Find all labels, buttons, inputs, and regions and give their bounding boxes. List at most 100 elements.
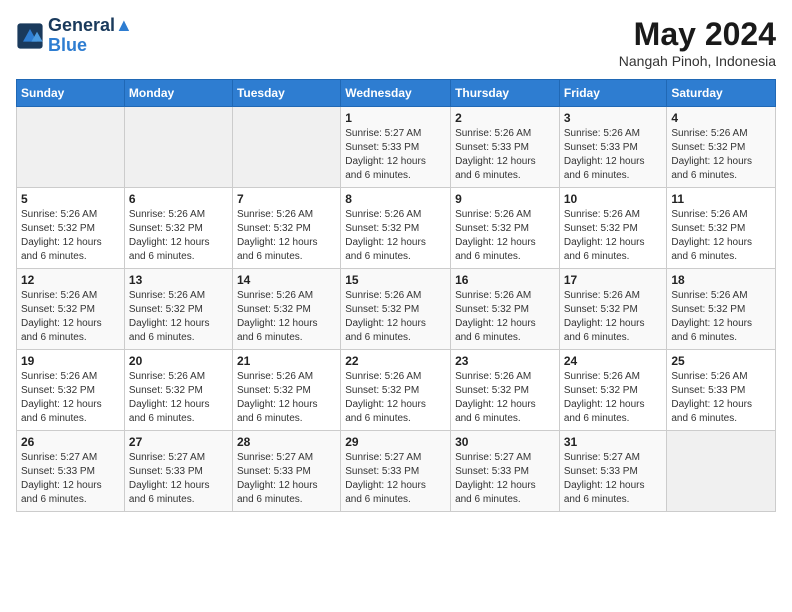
day-info: Sunrise: 5:26 AM Sunset: 5:32 PM Dayligh…	[237, 370, 336, 426]
day-number: 2	[455, 111, 555, 125]
day-number: 20	[129, 354, 228, 368]
calendar-cell: 7 Sunrise: 5:26 AM Sunset: 5:32 PM Daylig…	[232, 188, 340, 269]
day-info: Sunrise: 5:26 AM Sunset: 5:32 PM Dayligh…	[129, 370, 228, 426]
day-info: Sunrise: 5:26 AM Sunset: 5:32 PM Dayligh…	[129, 208, 228, 264]
day-number: 19	[21, 354, 120, 368]
day-info: Sunrise: 5:26 AM Sunset: 5:32 PM Dayligh…	[455, 370, 555, 426]
calendar-cell: 14Sunrise: 5:26 AM Sunset: 5:32 PM Dayli…	[232, 269, 340, 350]
day-info: Sunrise: 5:26 AM Sunset: 5:32 PM Dayligh…	[671, 289, 771, 345]
day-info: Sunrise: 5:26 AM Sunset: 5:32 PM Dayligh…	[564, 370, 663, 426]
calendar-cell: 20 Sunrise: 5:26 AM Sunset: 5:32 PM Dayli…	[124, 350, 232, 431]
calendar-cell: 24 Sunrise: 5:26 AM Sunset: 5:32 PM Dayli…	[559, 350, 667, 431]
day-info: Sunrise: 5:27 AM Sunset: 5:33 PM Dayligh…	[21, 451, 120, 507]
day-number: 31	[564, 435, 663, 449]
calendar-cell: 27 Sunrise: 5:27 AM Sunset: 5:33 PM Dayli…	[124, 431, 232, 512]
day-number: 16	[455, 273, 555, 287]
calendar-cell: 5 Sunrise: 5:26 AM Sunset: 5:32 PM Daylig…	[17, 188, 125, 269]
calendar-cell: 13 Sunrise: 5:26 AM Sunset: 5:32 PM Dayli…	[124, 269, 232, 350]
calendar-cell: 29 Sunrise: 5:27 AM Sunset: 5:33 PM Dayli…	[341, 431, 451, 512]
calendar-cell: 19 Sunrise: 5:26 AM Sunset: 5:32 PM Dayli…	[17, 350, 125, 431]
logo: General▲ Blue	[16, 16, 133, 56]
calendar-cell: 1Sunrise: 5:27 AM Sunset: 5:33 PM Daylig…	[341, 107, 451, 188]
day-info: Sunrise: 5:26 AM Sunset: 5:32 PM Dayligh…	[455, 208, 555, 264]
calendar-table: SundayMondayTuesdayWednesdayThursdayFrid…	[16, 79, 776, 512]
calendar-cell: 8 Sunrise: 5:26 AM Sunset: 5:32 PM Daylig…	[341, 188, 451, 269]
calendar-cell: 11 Sunrise: 5:26 AM Sunset: 5:32 PM Dayli…	[667, 188, 776, 269]
day-number: 30	[455, 435, 555, 449]
calendar-cell	[232, 107, 340, 188]
calendar-cell: 22 Sunrise: 5:26 AM Sunset: 5:32 PM Dayli…	[341, 350, 451, 431]
calendar-cell: 30Sunrise: 5:27 AM Sunset: 5:33 PM Dayli…	[451, 431, 560, 512]
calendar-cell: 4 Sunrise: 5:26 AM Sunset: 5:32 PM Daylig…	[667, 107, 776, 188]
day-number: 22	[345, 354, 446, 368]
day-info: Sunrise: 5:26 AM Sunset: 5:32 PM Dayligh…	[237, 208, 336, 264]
day-number: 5	[21, 192, 120, 206]
day-info: Sunrise: 5:26 AM Sunset: 5:33 PM Dayligh…	[455, 127, 555, 183]
calendar-cell: 16 Sunrise: 5:26 AM Sunset: 5:32 PM Dayli…	[451, 269, 560, 350]
day-number: 13	[129, 273, 228, 287]
calendar-week-1: 1Sunrise: 5:27 AM Sunset: 5:33 PM Daylig…	[17, 107, 776, 188]
day-info: Sunrise: 5:26 AM Sunset: 5:32 PM Dayligh…	[345, 208, 446, 264]
day-number: 11	[671, 192, 771, 206]
weekday-header-friday: Friday	[559, 80, 667, 107]
day-info: Sunrise: 5:26 AM Sunset: 5:32 PM Dayligh…	[21, 208, 120, 264]
location: Nangah Pinoh, Indonesia	[619, 53, 776, 69]
day-info: Sunrise: 5:26 AM Sunset: 5:32 PM Dayligh…	[564, 289, 663, 345]
calendar-cell: 15Sunrise: 5:26 AM Sunset: 5:32 PM Dayli…	[341, 269, 451, 350]
day-number: 9	[455, 192, 555, 206]
day-info: Sunrise: 5:27 AM Sunset: 5:33 PM Dayligh…	[129, 451, 228, 507]
calendar-cell: 12 Sunrise: 5:26 AM Sunset: 5:32 PM Dayli…	[17, 269, 125, 350]
calendar-week-5: 26 Sunrise: 5:27 AM Sunset: 5:33 PM Dayli…	[17, 431, 776, 512]
day-number: 3	[564, 111, 663, 125]
day-number: 10	[564, 192, 663, 206]
page-header: General▲ Blue May 2024 Nangah Pinoh, Ind…	[16, 16, 776, 69]
day-number: 6	[129, 192, 228, 206]
day-number: 12	[21, 273, 120, 287]
day-info: Sunrise: 5:26 AM Sunset: 5:33 PM Dayligh…	[564, 127, 663, 183]
calendar-cell: 25 Sunrise: 5:26 AM Sunset: 5:33 PM Dayli…	[667, 350, 776, 431]
day-info: Sunrise: 5:26 AM Sunset: 5:32 PM Dayligh…	[129, 289, 228, 345]
day-info: Sunrise: 5:26 AM Sunset: 5:32 PM Dayligh…	[21, 289, 120, 345]
day-number: 24	[564, 354, 663, 368]
month-title: May 2024	[619, 16, 776, 53]
day-number: 25	[671, 354, 771, 368]
day-number: 17	[564, 273, 663, 287]
day-info: Sunrise: 5:27 AM Sunset: 5:33 PM Dayligh…	[345, 127, 446, 183]
day-number: 27	[129, 435, 228, 449]
calendar-cell: 3 Sunrise: 5:26 AM Sunset: 5:33 PM Daylig…	[559, 107, 667, 188]
weekday-header-saturday: Saturday	[667, 80, 776, 107]
day-number: 14	[237, 273, 336, 287]
calendar-cell: 23Sunrise: 5:26 AM Sunset: 5:32 PM Dayli…	[451, 350, 560, 431]
calendar-cell	[667, 431, 776, 512]
day-number: 26	[21, 435, 120, 449]
calendar-cell: 6 Sunrise: 5:26 AM Sunset: 5:32 PM Daylig…	[124, 188, 232, 269]
day-info: Sunrise: 5:26 AM Sunset: 5:32 PM Dayligh…	[455, 289, 555, 345]
title-block: May 2024 Nangah Pinoh, Indonesia	[619, 16, 776, 69]
day-info: Sunrise: 5:26 AM Sunset: 5:32 PM Dayligh…	[671, 127, 771, 183]
day-number: 8	[345, 192, 446, 206]
calendar-cell: 9 Sunrise: 5:26 AM Sunset: 5:32 PM Daylig…	[451, 188, 560, 269]
day-number: 4	[671, 111, 771, 125]
day-info: Sunrise: 5:27 AM Sunset: 5:33 PM Dayligh…	[345, 451, 446, 507]
day-info: Sunrise: 5:26 AM Sunset: 5:32 PM Dayligh…	[671, 208, 771, 264]
calendar-cell: 10 Sunrise: 5:26 AM Sunset: 5:32 PM Dayli…	[559, 188, 667, 269]
day-info: Sunrise: 5:26 AM Sunset: 5:32 PM Dayligh…	[21, 370, 120, 426]
weekday-header-thursday: Thursday	[451, 80, 560, 107]
calendar-cell	[17, 107, 125, 188]
weekday-header-wednesday: Wednesday	[341, 80, 451, 107]
day-info: Sunrise: 5:26 AM Sunset: 5:32 PM Dayligh…	[345, 370, 446, 426]
day-info: Sunrise: 5:27 AM Sunset: 5:33 PM Dayligh…	[564, 451, 663, 507]
day-number: 7	[237, 192, 336, 206]
day-number: 28	[237, 435, 336, 449]
calendar-cell: 17 Sunrise: 5:26 AM Sunset: 5:32 PM Dayli…	[559, 269, 667, 350]
day-info: Sunrise: 5:26 AM Sunset: 5:33 PM Dayligh…	[671, 370, 771, 426]
day-number: 15	[345, 273, 446, 287]
day-info: Sunrise: 5:27 AM Sunset: 5:33 PM Dayligh…	[237, 451, 336, 507]
day-info: Sunrise: 5:26 AM Sunset: 5:32 PM Dayligh…	[564, 208, 663, 264]
logo-icon	[16, 22, 44, 50]
calendar-cell: 21Sunrise: 5:26 AM Sunset: 5:32 PM Dayli…	[232, 350, 340, 431]
day-number: 18	[671, 273, 771, 287]
day-number: 29	[345, 435, 446, 449]
logo-text: General▲ Blue	[48, 16, 133, 56]
calendar-cell: 31 Sunrise: 5:27 AM Sunset: 5:33 PM Dayli…	[559, 431, 667, 512]
